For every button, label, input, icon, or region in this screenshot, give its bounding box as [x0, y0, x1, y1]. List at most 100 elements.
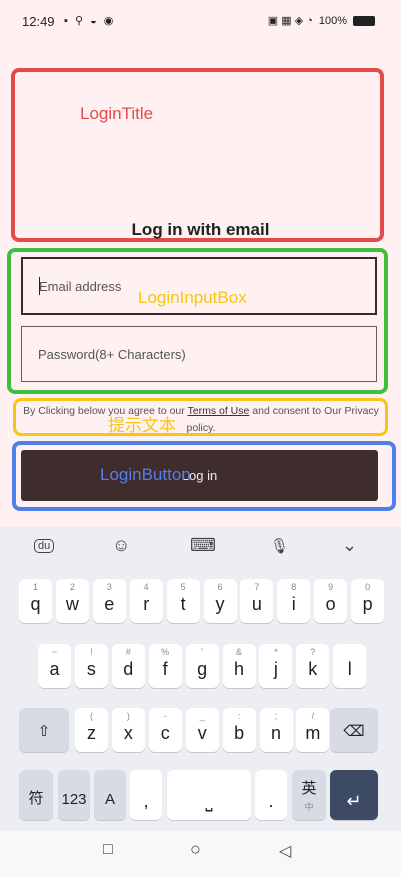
microphone-icon[interactable]: 🎙 [270, 537, 289, 555]
key-x[interactable]: ) x [111, 708, 145, 752]
key-label: n [270, 723, 281, 743]
key-secondary-label: * [274, 647, 278, 657]
key-secondary-label: 6 [217, 582, 223, 592]
login-input-annotation [7, 248, 388, 394]
key-w[interactable]: 2w [55, 579, 89, 623]
key-label: x [123, 723, 133, 743]
key-secondary-label: # [125, 647, 131, 657]
key-a[interactable]: ~ a [38, 644, 71, 688]
key-secondary-label: 0 [365, 582, 371, 592]
key-label: f [162, 659, 168, 679]
emoji-icon[interactable]: ☺ [112, 535, 130, 556]
key-label: ↵ [346, 791, 362, 811]
login-title-annotation [11, 68, 384, 242]
key-c[interactable]: -c [148, 708, 182, 752]
key-p[interactable]: 0p [351, 579, 385, 623]
key-secondary-label: % [161, 647, 170, 657]
key-label: h [233, 659, 244, 679]
key-q[interactable]: 1q [19, 579, 52, 623]
key-k[interactable]: ? k [296, 644, 330, 688]
key-label: v [197, 723, 207, 743]
key-i[interactable]: 8i [277, 579, 311, 623]
key-secondary-label: 3 [106, 582, 112, 592]
key-secondary-label: ~ [51, 647, 58, 657]
key-label: s [86, 659, 96, 679]
period-key[interactable]: . [255, 770, 287, 820]
key-f[interactable]: % f [148, 644, 182, 688]
key-g[interactable]: ' g [185, 644, 219, 688]
status-time: 12:49 [22, 14, 55, 29]
key-b[interactable]: :b [222, 708, 256, 752]
hint-annotation [13, 398, 388, 436]
key-label: a [49, 659, 60, 679]
key-secondary-label: ' [201, 647, 203, 657]
status-bar: 12:49 ▪ ⚲ ◒ ◉ ▣ ▦ ◈ ◔ 100% [0, 0, 401, 44]
key-secondary-label: 8 [291, 582, 297, 592]
page-title: Log in with email [131, 220, 270, 239]
key-label: u [251, 594, 262, 614]
key-label: c [160, 723, 170, 743]
key-secondary-label: ) [126, 711, 130, 721]
numbers-key[interactable]: 123 [58, 770, 90, 820]
key-label: g [197, 659, 208, 679]
space-key[interactable]: ⎵ [167, 770, 251, 820]
notification-icons: ▪ ⚲ ◒ ◉ [64, 15, 116, 27]
home-button[interactable]: ○ [190, 839, 201, 860]
backspace-key[interactable]: ⌫ [330, 708, 378, 752]
key-e[interactable]: 3e [92, 579, 126, 623]
enter-key[interactable]: ↵ [330, 770, 378, 820]
back-button[interactable]: ◁ [279, 841, 291, 861]
baidu-icon[interactable]: du [34, 539, 55, 553]
keyboard-toolbar: du ☺ ⌨ 🎙 ⌄ [0, 527, 401, 567]
key-secondary-label: ? [310, 647, 316, 657]
letter-toggle-key[interactable]: A [94, 770, 126, 820]
key-label: , [143, 791, 149, 811]
key-secondary-label: ! [90, 647, 93, 657]
key-j[interactable]: * j [259, 644, 293, 688]
login-button-annotation [12, 441, 396, 511]
key-label: l [347, 659, 352, 679]
soft-keyboard: du ☺ ⌨ 🎙 ⌄ 1 q 2 w 3 e 4 r 5 t 6 y 7 u 8 i 9 o 0 p ~ a! s # d% f '… [0, 527, 401, 877]
key-d[interactable]: # d [111, 644, 145, 688]
key-m[interactable]: / m [296, 708, 330, 752]
key-t[interactable]: 5t [166, 579, 200, 623]
key-label: y [215, 594, 225, 614]
hint-annotation-label: 提示文本 [108, 416, 176, 435]
key-h[interactable]: & h [222, 644, 256, 688]
recent-apps-button[interactable]: □ [103, 841, 113, 859]
key-label: t [180, 594, 186, 614]
key-r[interactable]: 4r [129, 579, 163, 623]
collapse-keyboard-icon[interactable]: ⌄ [342, 535, 357, 556]
key-n[interactable]: ; n [259, 708, 293, 752]
language-switch-key[interactable]: 中英 [292, 770, 326, 820]
key-secondary-label: / [311, 711, 315, 721]
key-label: ⎵ [205, 791, 213, 811]
key-secondary-label: _ [199, 711, 205, 721]
key-label: b [234, 723, 245, 743]
symbols-key[interactable]: 符 [19, 770, 53, 820]
key-label: e [104, 594, 115, 614]
key-label: 符 [28, 790, 44, 807]
key-v[interactable]: _ v [185, 708, 219, 752]
key-y[interactable]: 6y [203, 579, 237, 623]
key-secondary-label: ( [90, 711, 93, 721]
signal-icons: ▣ ▦ ◈ ◔ [267, 15, 313, 27]
key-s[interactable]: ! s [74, 644, 108, 688]
battery-icon [353, 15, 375, 26]
key-secondary-label: 1 [32, 582, 38, 592]
key-l[interactable]: l [333, 644, 367, 688]
keyboard-layout-icon[interactable]: ⌨ [190, 535, 216, 556]
key-label: w [65, 594, 79, 614]
battery-percent: 100% [318, 14, 347, 27]
key-secondary-label: 7 [254, 582, 260, 592]
key-u[interactable]: 7u [240, 579, 274, 623]
key-z[interactable]: (z [75, 708, 108, 752]
key-label: r [143, 594, 150, 614]
key-o[interactable]: 9o [314, 579, 348, 623]
key-label: i [291, 594, 296, 614]
key-label: k [308, 659, 318, 679]
shift-key[interactable]: ⇧ [19, 708, 69, 752]
login-input-annotation-label: LoginInputBox [138, 288, 247, 307]
comma-key[interactable]: , [130, 770, 162, 820]
key-label: ⌫ [343, 723, 365, 740]
